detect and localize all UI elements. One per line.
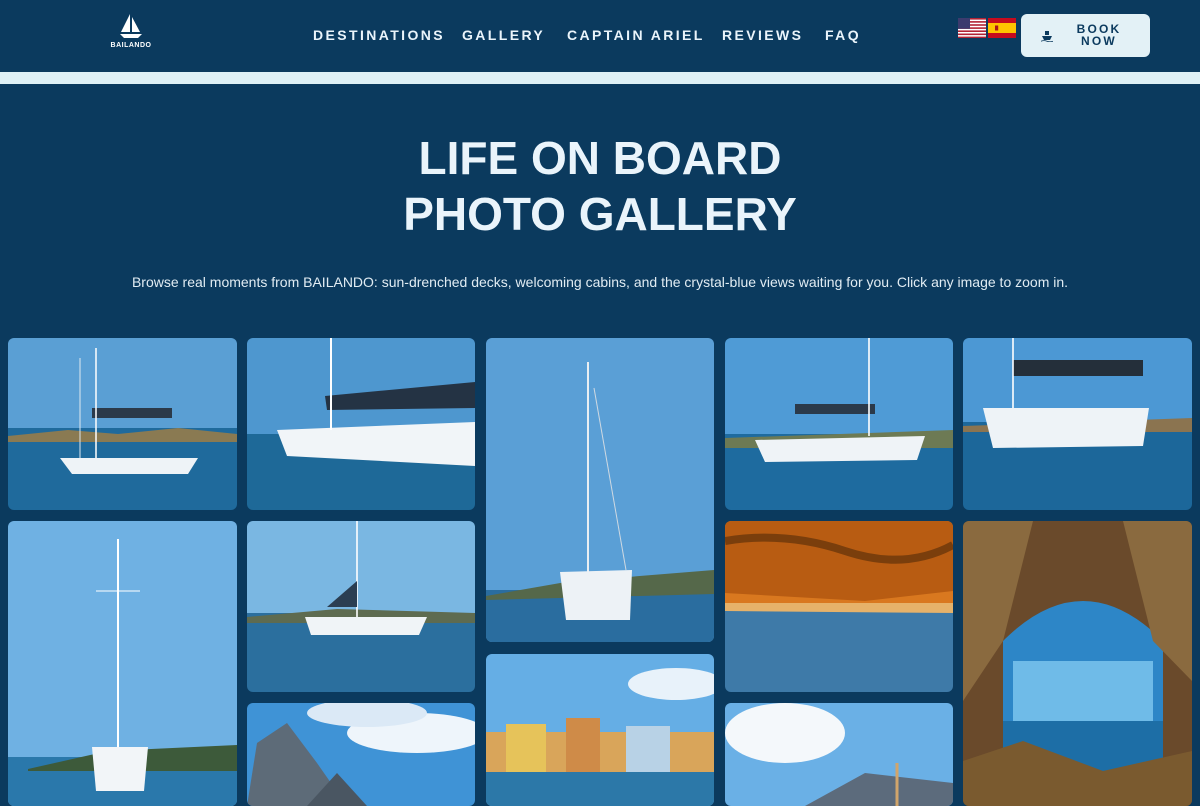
gallery-photo[interactable] [725, 703, 953, 806]
page-subtitle: Browse real moments from BAILANDO: sun-d… [131, 274, 1069, 290]
boat-icon [1041, 31, 1053, 42]
book-label-line2: NOW [1081, 34, 1117, 48]
nav-captain-ariel[interactable]: CAPTAIN ARIEL [567, 27, 722, 45]
gallery-photo[interactable] [8, 338, 237, 510]
gallery-photo[interactable] [247, 703, 475, 806]
gallery-photo[interactable] [486, 338, 714, 642]
gallery-photo[interactable] [725, 338, 953, 510]
title-line-1: LIFE ON BOARD [418, 132, 782, 184]
bailando-logo[interactable]: BAILANDO [108, 12, 154, 56]
gallery-photo[interactable] [8, 521, 237, 806]
gallery-photo[interactable] [247, 338, 475, 510]
nav-gallery[interactable]: GALLERY [462, 27, 567, 45]
gallery-photo[interactable] [725, 521, 953, 692]
nav-reviews[interactable]: REVIEWS [722, 27, 825, 45]
nav-faq[interactable]: FAQ [825, 27, 865, 45]
spain-flag-icon[interactable] [988, 18, 1016, 38]
main-nav: DESTINATIONS GALLERY CAPTAIN ARIEL REVIE… [313, 27, 865, 45]
brand-name: BAILANDO [110, 42, 152, 49]
header-accent-strip [0, 72, 1200, 86]
gallery-photo[interactable] [486, 654, 714, 806]
book-now-button[interactable]: BOOK NOW [1021, 14, 1150, 57]
gallery-photo[interactable] [247, 521, 475, 692]
site-header: BAILANDO DESTINATIONS GALLERY CAPTAIN AR… [0, 0, 1200, 72]
gallery-photo[interactable] [963, 338, 1192, 510]
page-title: LIFE ON BOARD PHOTO GALLERY [0, 130, 1200, 242]
title-line-2: PHOTO GALLERY [403, 188, 797, 240]
gallery-photo[interactable] [963, 521, 1192, 806]
sailboat-logo-icon [120, 14, 142, 38]
nav-destinations[interactable]: DESTINATIONS [313, 27, 462, 45]
us-flag-icon[interactable] [958, 18, 986, 38]
